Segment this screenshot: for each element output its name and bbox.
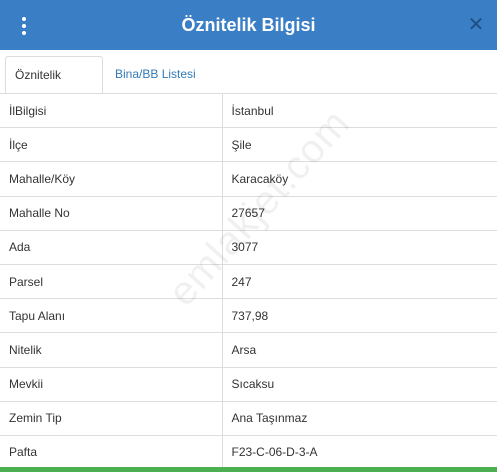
row-value: F23-C-06-D-3-A — [222, 434, 497, 471]
tab-bar: Öznitelik Bilgisi Bina/BB Listesi — [0, 50, 497, 118]
row-value: Şile — [222, 127, 497, 162]
row-key: Parsel — [0, 263, 223, 299]
attribute-table: İl İstanbul İlçe Şile Mahalle/Köy Karaca… — [0, 92, 497, 471]
menu-dot — [22, 24, 26, 28]
row-value: 27657 — [222, 195, 497, 231]
row-key: Mevkii — [0, 366, 223, 402]
table-row: Mahalle No 27657 — [0, 195, 497, 231]
table-row: Zemin Tip Ana Taşınmaz — [0, 400, 497, 436]
table-row: Nitelik Arsa — [0, 332, 497, 367]
table-row: İlçe Şile — [0, 127, 497, 162]
row-value: Sıcaksu — [222, 366, 497, 402]
row-value: Ana Taşınmaz — [222, 400, 497, 436]
row-key: Nitelik — [0, 332, 223, 367]
row-value: 737,98 — [222, 298, 497, 333]
row-value: 247 — [222, 263, 497, 299]
close-icon[interactable]: ✕ — [467, 15, 485, 35]
menu-dot — [22, 31, 26, 35]
table-row: İl İstanbul — [0, 92, 497, 128]
tab-oznitelik-bilgisi[interactable]: Öznitelik Bilgisi — [5, 56, 103, 118]
bottom-status-strip — [0, 467, 497, 472]
row-value: Karacaköy — [222, 161, 497, 197]
row-value: 3077 — [222, 229, 497, 265]
table-row: Ada 3077 — [0, 229, 497, 265]
table-row: Mahalle/Köy Karacaköy — [0, 161, 497, 197]
row-key: Pafta — [0, 434, 223, 471]
table-row: Tapu Alanı 737,98 — [0, 298, 497, 333]
vertical-dots-icon[interactable] — [10, 13, 38, 39]
table-row: Parsel 247 — [0, 263, 497, 299]
dialog-header: Öznitelik Bilgisi ✕ — [0, 0, 497, 50]
row-key: İl — [0, 92, 223, 128]
row-key: Mahalle/Köy — [0, 161, 223, 197]
row-key: Ada — [0, 229, 223, 265]
row-key: Tapu Alanı — [0, 298, 223, 333]
row-key: İlçe — [0, 127, 223, 162]
dialog-title: Öznitelik Bilgisi — [181, 14, 316, 35]
row-value: Arsa — [222, 332, 497, 367]
table-row: Mevkii Sıcaksu — [0, 366, 497, 402]
tab-bina-bb-listesi[interactable]: Bina/BB Listesi — [106, 56, 205, 94]
row-key: Zemin Tip — [0, 400, 223, 436]
row-key: Mahalle No — [0, 195, 223, 231]
menu-dot — [22, 17, 26, 21]
row-value: İstanbul — [222, 92, 497, 128]
table-row: Pafta F23-C-06-D-3-A — [0, 434, 497, 471]
